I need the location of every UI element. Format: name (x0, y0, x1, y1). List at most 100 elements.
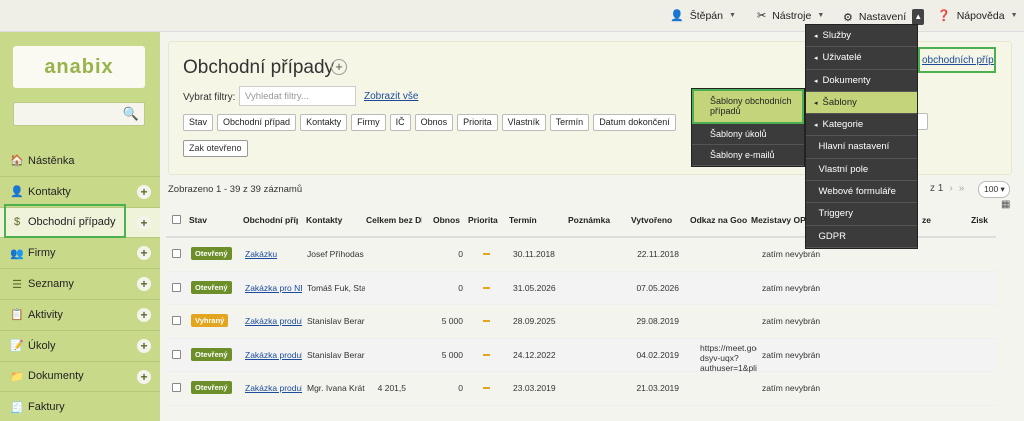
deal-link[interactable]: Zakázka produl (245, 316, 302, 326)
settings-menu-item[interactable]: ◂Triggery (806, 203, 917, 226)
settings-menu-item[interactable]: ◂ Služby (806, 25, 917, 48)
col-stage[interactable]: Mezistavy OP (751, 215, 806, 225)
user-menu[interactable]: 👤 Štěpán ▼ (670, 9, 736, 23)
row-checkbox[interactable] (172, 282, 181, 292)
sidebar-item-7[interactable]: 📁 Dokumenty + (0, 362, 160, 393)
deal-link[interactable]: Zakázka produl (245, 350, 302, 360)
help-menu[interactable]: ❓ Nápověda ▼ (937, 9, 1018, 23)
sidebar-item-4[interactable]: ☰ Seznamy + (0, 269, 160, 300)
caret-left-icon: ◂ (814, 99, 818, 107)
col-more[interactable]: ze (922, 215, 942, 225)
filter-chip[interactable]: Stav (183, 114, 214, 131)
deal-templates-link[interactable]: obchodních případů (918, 47, 996, 73)
filter-chip[interactable]: Firmy (351, 114, 386, 131)
settings-menu-toggle[interactable]: ⚙ Nastavení ▲ (843, 9, 925, 25)
deal-link[interactable]: Zakázka pro NĚ (245, 283, 302, 293)
settings-menu-item[interactable]: ◂Webové formuláře (806, 181, 917, 204)
table-row[interactable]: Otevřený Zakázka pro NĚ Tomáš Fuk, Sta 0… (166, 271, 996, 305)
col-status[interactable]: Stav (189, 215, 229, 225)
settings-menu-item[interactable]: ◂ Dokumenty (806, 70, 917, 92)
settings-menu-item[interactable]: ◂ Uživatelé (806, 47, 917, 70)
settings-menu-item[interactable]: ◂GDPR (806, 226, 917, 248)
sidebar-item-5[interactable]: 📋 Aktivity + (0, 300, 160, 331)
chevron-down-icon: ▼ (817, 12, 825, 19)
settings-menu-item[interactable]: ◂Hlavní nastavení (806, 136, 917, 159)
sidebar-item-6[interactable]: 📝 Úkoly + (0, 331, 160, 362)
sidebar-item-0[interactable]: 🏠 Nástěnka (0, 146, 160, 177)
select-all-checkbox[interactable] (172, 215, 181, 224)
row-checkbox[interactable] (172, 316, 181, 325)
settings-menu-label: Hlavní nastavení (818, 141, 890, 153)
last-page-icon[interactable]: » (959, 183, 965, 194)
filter-chip[interactable]: Termín (549, 114, 590, 131)
table-row[interactable]: Otevřený Zakázka produl Stanislav Berar … (166, 338, 996, 373)
settings-menu-item[interactable]: ◂ Kategorie (806, 114, 917, 137)
list-icon: ☰ (12, 278, 22, 291)
amount-cell: 0 (458, 249, 463, 259)
stage-cell: zatím nevybrán (762, 249, 821, 259)
per-page-select[interactable]: 100 ▾ (978, 181, 1010, 198)
invoice-icon: 🧾 (10, 401, 24, 414)
add-icon[interactable]: + (137, 277, 151, 292)
search-icon[interactable]: 🔍 (123, 106, 139, 122)
settings-menu-item[interactable]: ◂Vlastní pole (806, 159, 917, 182)
status-badge: Otevřený (191, 247, 232, 260)
amount-cell: 0 (458, 282, 463, 293)
filter-chip[interactable]: Obnos (414, 114, 454, 131)
stage-cell: zatím nevybrán (762, 316, 821, 326)
add-icon[interactable]: + (137, 215, 151, 230)
templates-menu-item[interactable]: Šablony obchodních případů (692, 89, 804, 124)
columns-icon[interactable]: ▦ (1001, 199, 1010, 210)
add-icon[interactable]: + (137, 246, 151, 261)
sidebar-item-8[interactable]: 🧾 Faktury (0, 392, 160, 421)
deal-link[interactable]: Zakázku (245, 249, 302, 259)
add-icon[interactable]: + (137, 307, 151, 322)
templates-menu-item[interactable]: Šablony e-mailů (692, 145, 804, 166)
row-checkbox[interactable] (172, 249, 181, 258)
open-filter-chip[interactable]: Zak otevřeno (183, 140, 248, 157)
add-icon[interactable]: + (137, 369, 151, 384)
templates-menu-item[interactable]: Šablony úkolů (692, 124, 804, 145)
chevron-up-icon[interactable]: ▲ (912, 9, 925, 25)
col-deal[interactable]: Obchodní příp (243, 215, 298, 225)
document-icon: 📁 (10, 370, 24, 383)
filter-chip[interactable]: Vlastník (501, 114, 546, 131)
table-row[interactable]: Vyhraný Zakázka produl Stanislav Berar 5… (166, 305, 996, 339)
col-created[interactable]: Vytvořeno (631, 215, 681, 225)
deal-link[interactable]: Zakázka produl (245, 383, 302, 393)
table-row[interactable]: Otevřený Zakázka produl Mgr. Ivana Krát … (166, 372, 996, 406)
col-link[interactable]: Odkaz na Goog (690, 215, 747, 225)
tools-menu[interactable]: ✂ Nástroje ▼ (757, 9, 825, 23)
col-note[interactable]: Poznámka (568, 215, 618, 225)
filter-chip[interactable]: Priorita (457, 114, 498, 131)
col-deadline[interactable]: Termín (509, 215, 549, 225)
logo[interactable]: anabix (13, 46, 145, 88)
sidebar-item-3[interactable]: 👥 Firmy + (0, 238, 160, 270)
col-total[interactable]: Celkem bez DF (366, 215, 422, 225)
settings-menu-item[interactable]: ◂ Šablony (806, 91, 917, 115)
row-checkbox[interactable] (172, 383, 181, 392)
add-icon[interactable]: + (137, 338, 151, 353)
col-priority[interactable]: Priorita (468, 215, 503, 225)
filter-search-input[interactable]: Vyhledat filtry... (239, 86, 356, 106)
link-cell (700, 242, 757, 272)
page-title: Obchodní případy (183, 57, 335, 78)
row-checkbox[interactable] (172, 349, 181, 359)
sidebar-item-1[interactable]: 👤 Kontakty + (0, 177, 160, 208)
filter-chip[interactable]: Kontakty (300, 114, 348, 131)
col-amount[interactable]: Obnos (433, 215, 463, 225)
filter-chip[interactable]: Datum dokončení (593, 114, 676, 131)
add-deal-button[interactable]: + (331, 59, 347, 75)
col-profit[interactable]: Zisk (971, 215, 996, 225)
show-all-link[interactable]: Zobrazit vše (364, 91, 418, 102)
help-icon: ❓ (937, 10, 951, 22)
filter-chip[interactable]: IČ (389, 114, 411, 131)
add-icon[interactable]: + (137, 184, 151, 199)
col-contacts[interactable]: Kontakty (306, 215, 366, 225)
chevron-down-icon: ▼ (1010, 12, 1018, 19)
settings-menu-label: GDPR (818, 230, 846, 242)
sidebar-search-input[interactable]: 🔍 (13, 102, 145, 126)
filter-chip[interactable]: Obchodní případ (217, 114, 297, 131)
link-cell (700, 376, 757, 406)
next-page-icon[interactable]: › (949, 183, 952, 194)
